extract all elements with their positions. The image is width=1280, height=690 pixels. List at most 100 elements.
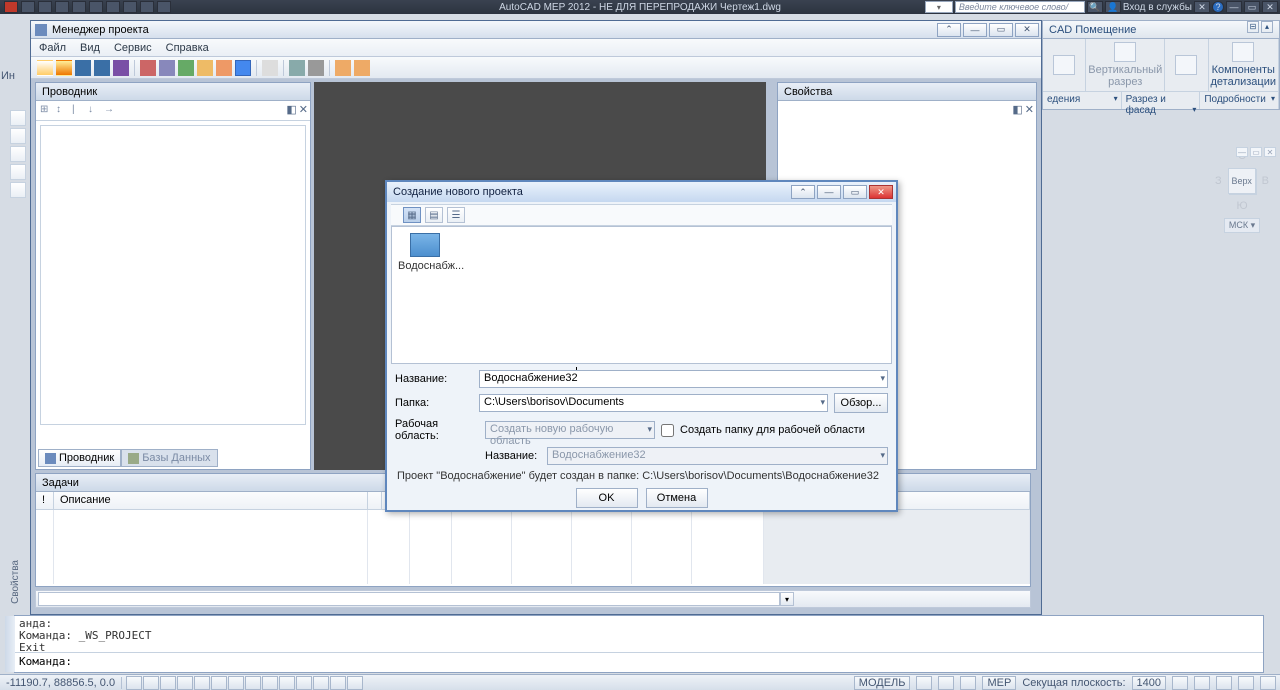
left-tool-1[interactable] — [10, 110, 26, 126]
sb-otrack-icon[interactable] — [228, 676, 244, 690]
signin-label[interactable]: Вход в службы — [1123, 2, 1192, 13]
cutting-plane-value[interactable]: 1400 — [1132, 676, 1166, 690]
tb-box1-icon[interactable] — [335, 60, 351, 76]
sb-sc-icon[interactable] — [330, 676, 346, 690]
tasks-col-desc[interactable]: Описание — [54, 492, 368, 509]
sb-r2-icon[interactable] — [938, 676, 954, 690]
pm-minimize-icon[interactable]: — — [963, 23, 987, 37]
qat-new-icon[interactable] — [21, 1, 35, 13]
tasks-col-3[interactable] — [368, 492, 382, 509]
etb-icon-4[interactable]: ↓ — [88, 104, 102, 118]
ribbon-pin-icon[interactable]: ⊟ — [1247, 21, 1259, 33]
ribbon-tab[interactable]: CAD Помещение ⊟ ▴ — [1043, 21, 1279, 39]
tb-link-icon[interactable] — [289, 60, 305, 76]
explorer-close-icon[interactable]: ✕ — [299, 101, 308, 119]
explorer-tree[interactable] — [40, 125, 306, 425]
sb-snap-icon[interactable] — [126, 676, 142, 690]
create-folder-checkbox[interactable] — [661, 424, 674, 437]
tb-finder-icon[interactable] — [197, 60, 213, 76]
ribbon-item-detail-components[interactable]: Компоненты детализации — [1209, 39, 1280, 91]
sb-osnap-icon[interactable] — [194, 676, 210, 690]
search-icon[interactable]: 🔍 — [1087, 1, 1103, 13]
left-tool-3[interactable] — [10, 146, 26, 162]
tb-box2-icon[interactable] — [354, 60, 370, 76]
properties-header[interactable]: Свойства ◧✕ — [778, 83, 1036, 101]
view-large-icons-icon[interactable]: ▦ — [403, 207, 421, 223]
sb-e1-icon[interactable] — [1172, 676, 1188, 690]
props-close-icon[interactable]: ✕ — [1025, 101, 1034, 119]
viewcube[interactable]: Верх — [1228, 168, 1256, 194]
tb-cube-icon[interactable] — [216, 60, 232, 76]
search-input[interactable]: Введите ключевое слово/фразу — [955, 1, 1085, 13]
property-dropdown[interactable] — [38, 592, 780, 606]
sb-ortho-icon[interactable] — [160, 676, 176, 690]
sb-r3-icon[interactable] — [960, 676, 976, 690]
sb-dyn-icon[interactable] — [262, 676, 278, 690]
template-browser[interactable]: Водоснабж... — [391, 226, 892, 364]
tb-new-icon[interactable] — [37, 60, 53, 76]
menu-service[interactable]: Сервис — [114, 42, 152, 54]
wcs-dropdown[interactable]: МСК ▾ — [1224, 218, 1260, 233]
command-input[interactable]: Команда: — [15, 652, 1263, 670]
tb-publish-icon[interactable] — [113, 60, 129, 76]
left-tool-4[interactable] — [10, 164, 26, 180]
qat-more-icon[interactable] — [140, 1, 154, 13]
ribbon-item-1[interactable] — [1043, 39, 1086, 91]
signin-icon[interactable]: 👤 — [1105, 1, 1121, 13]
help-icon[interactable]: ? — [1212, 1, 1224, 13]
pm-maximize-icon[interactable]: ▭ — [989, 23, 1013, 37]
viewport-max-icon[interactable]: ▭ — [1250, 147, 1262, 157]
pm-close-icon[interactable]: ✕ — [1015, 23, 1039, 37]
app-menu-icon[interactable] — [4, 1, 18, 13]
qat-print-icon[interactable] — [89, 1, 103, 13]
window-restore-icon[interactable]: ▭ — [1244, 1, 1260, 13]
ribbon-arrow-icon[interactable]: ▴ — [1261, 21, 1273, 33]
qat-redo-icon[interactable] — [123, 1, 137, 13]
etb-icon-2[interactable]: ↕ — [56, 104, 70, 118]
qat-undo-icon[interactable] — [106, 1, 120, 13]
qat-save-icon[interactable] — [55, 1, 69, 13]
menu-view[interactable]: Вид — [80, 42, 100, 54]
explorer-tab-databases[interactable]: Базы Данных — [121, 449, 217, 467]
etb-icon-3[interactable]: | — [72, 104, 86, 118]
workspace-dropdown[interactable]: Создать новую рабочую область — [485, 421, 655, 439]
viewport-min-icon[interactable]: — — [1236, 147, 1248, 157]
sb-3dosnap-icon[interactable] — [211, 676, 227, 690]
dialog-titlebar[interactable]: Создание нового проекта ⌃ — ▭ ✕ — [387, 182, 896, 202]
dialog-maidmize-icon[interactable]: ▭ — [843, 185, 867, 199]
tb-globe-icon[interactable] — [178, 60, 194, 76]
dialog-collapse-icon[interactable]: ⌃ — [791, 185, 815, 199]
infocenter-arrow[interactable]: ▾ — [925, 1, 953, 13]
ribbon-panel-section-info[interactable]: едения — [1043, 92, 1122, 109]
sb-e5-icon[interactable] — [1260, 676, 1276, 690]
command-window-handle[interactable] — [5, 616, 15, 672]
sb-qp-icon[interactable] — [313, 676, 329, 690]
properties-palette-label[interactable]: Свойства — [10, 560, 21, 604]
menu-file[interactable]: Файл — [39, 42, 66, 54]
qat-dropdown-icon[interactable] — [157, 1, 171, 13]
sb-e4-icon[interactable] — [1238, 676, 1254, 690]
tasks-col-flag[interactable]: ! — [36, 492, 54, 509]
pm-titlebar[interactable]: Менеджер проекта ⌃ — ▭ ✕ — [31, 21, 1041, 39]
props-pin-icon[interactable]: ◧ — [1012, 101, 1022, 119]
model-button[interactable]: МОДЕЛЬ — [854, 676, 911, 690]
sb-am-icon[interactable] — [347, 676, 363, 690]
browse-button[interactable]: Обзор... — [834, 393, 888, 413]
sb-grid-icon[interactable] — [143, 676, 159, 690]
left-tool-5[interactable] — [10, 182, 26, 198]
view-small-icons-icon[interactable]: ▤ — [425, 207, 443, 223]
explorer-header[interactable]: Проводник ◧✕ — [36, 83, 310, 101]
sb-ducs-icon[interactable] — [245, 676, 261, 690]
view-list-icon[interactable]: ☰ — [447, 207, 465, 223]
pm-collapse-icon[interactable]: ⌃ — [937, 23, 961, 37]
sb-e2-icon[interactable] — [1194, 676, 1210, 690]
ok-button[interactable]: OK — [576, 488, 638, 508]
etb-icon-5[interactable]: → — [104, 104, 118, 118]
explorer-tab-explorer[interactable]: Проводник — [38, 449, 121, 467]
ribbon-item-3[interactable] — [1165, 39, 1208, 91]
tb-sheet-icon[interactable] — [159, 60, 175, 76]
sb-tpy-icon[interactable] — [296, 676, 312, 690]
viewport-close-icon[interactable]: ✕ — [1264, 147, 1276, 157]
dialog-minimize-icon[interactable]: — — [817, 185, 841, 199]
mep-button[interactable]: MEP — [982, 676, 1016, 690]
